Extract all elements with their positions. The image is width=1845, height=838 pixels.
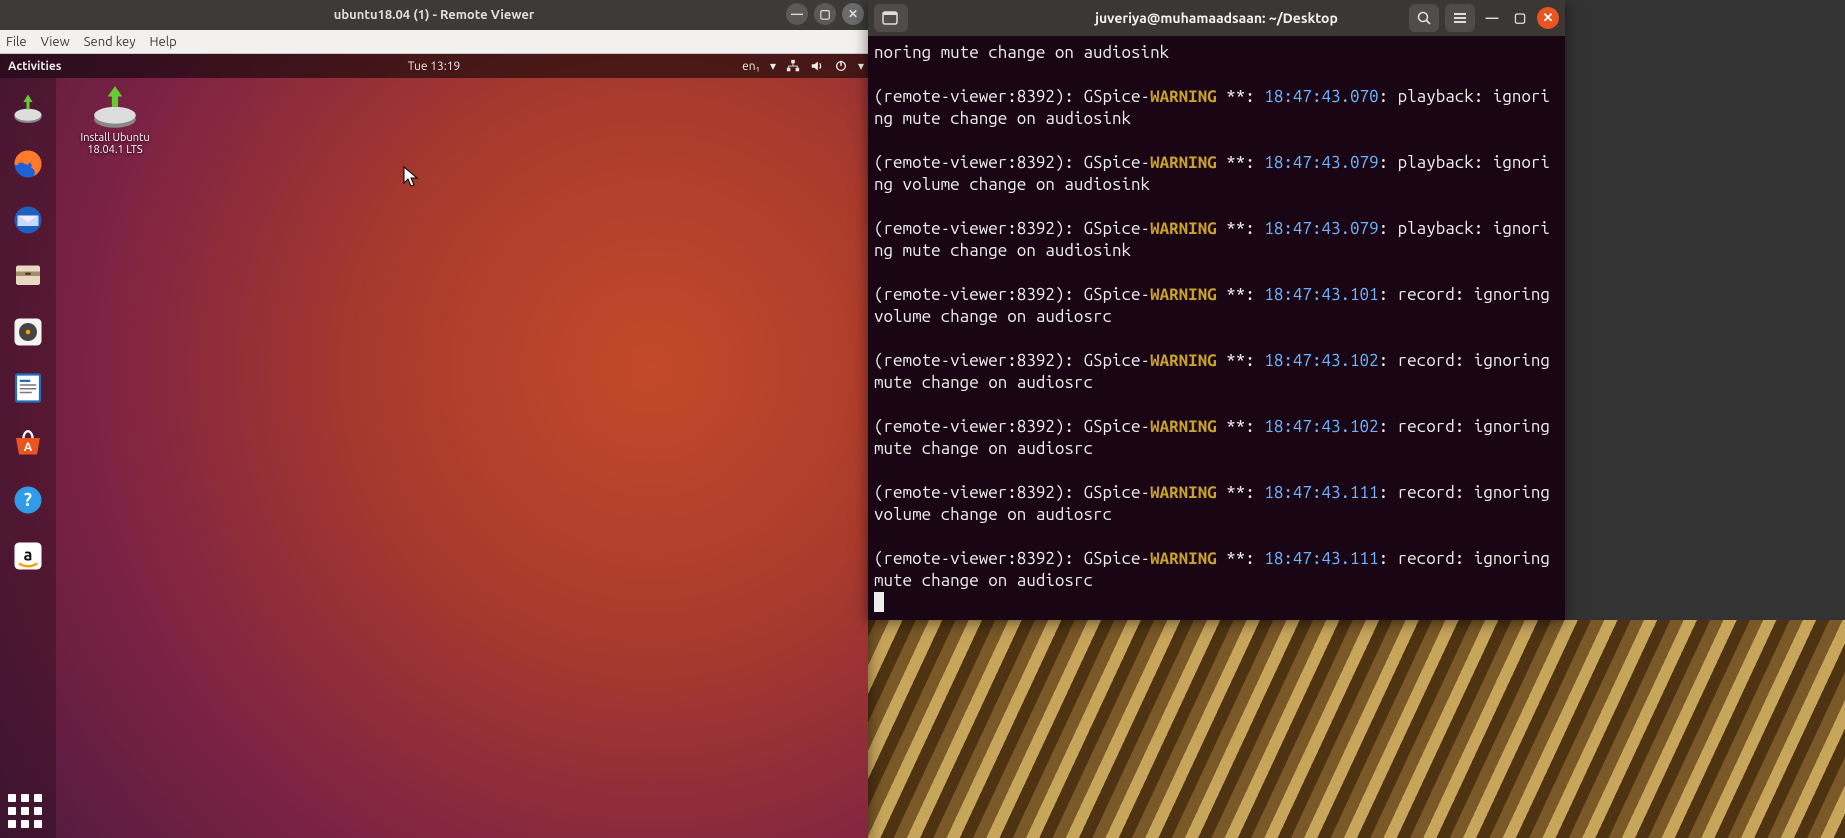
terminal-maximize-button[interactable]: ▢ <box>1509 7 1531 29</box>
guest-clock[interactable]: Tue 13:19 <box>408 60 461 73</box>
input-source-indicator[interactable]: en₁ <box>742 60 760 73</box>
svg-text:?: ? <box>24 490 32 510</box>
system-menu-chevron-icon: ▾ <box>858 59 864 73</box>
terminal-search-button[interactable] <box>1409 4 1439 32</box>
svg-text:A: A <box>24 441 33 454</box>
terminal-title: juveriya@muhamaadsaan: ~/Desktop <box>1095 10 1338 26</box>
guest-status-area[interactable]: en₁ ▾ ▾ <box>742 59 864 73</box>
desktop-icon-install-ubuntu[interactable]: Install Ubuntu 18.04.1 LTS <box>70 84 160 156</box>
rv-titlebar[interactable]: ubuntu18.04 (1) - Remote Viewer — ▢ ✕ <box>0 0 868 30</box>
dock-item-files[interactable] <box>6 254 50 298</box>
desktop-icon-label: Install Ubuntu 18.04.1 LTS <box>70 132 160 156</box>
activities-button[interactable]: Activities <box>4 60 61 73</box>
guest-dock: A ? a <box>0 78 56 838</box>
terminal-titlebar[interactable]: juveriya@muhamaadsaan: ~/Desktop — ▢ ✕ <box>868 0 1565 36</box>
svg-text:a: a <box>24 547 33 565</box>
network-icon[interactable] <box>786 59 800 73</box>
dock-item-amazon[interactable]: a <box>6 534 50 578</box>
terminal-output[interactable]: noring mute change on audiosink (remote-… <box>868 36 1565 620</box>
rv-menubar: File View Send key Help <box>0 30 868 54</box>
menu-help[interactable]: Help <box>149 35 176 49</box>
rv-maximize-button[interactable]: ▢ <box>814 3 836 25</box>
dock-item-firefox[interactable] <box>6 142 50 186</box>
power-icon[interactable] <box>834 59 848 73</box>
terminal-menu-button[interactable] <box>1445 4 1475 32</box>
hamburger-icon <box>1452 10 1468 26</box>
install-drive-icon <box>90 84 140 128</box>
input-source-chevron-icon: ▾ <box>770 59 776 73</box>
newtab-icon <box>882 10 900 26</box>
rv-minimize-button[interactable]: — <box>786 3 808 25</box>
dock-item-ubuntu-software[interactable]: A <box>6 422 50 466</box>
dock-item-help[interactable]: ? <box>6 478 50 522</box>
menu-file[interactable]: File <box>6 35 27 49</box>
guest-topbar: Activities Tue 13:19 en₁ ▾ ▾ <box>0 54 868 78</box>
cursor-icon <box>403 166 419 188</box>
rv-close-button[interactable]: ✕ <box>842 3 864 25</box>
guest-desktop[interactable]: Activities Tue 13:19 en₁ ▾ ▾ <box>0 54 868 838</box>
remote-viewer-window: ubuntu18.04 (1) - Remote Viewer — ▢ ✕ Fi… <box>0 0 868 838</box>
dock-item-rhythmbox[interactable] <box>6 310 50 354</box>
terminal-close-button[interactable]: ✕ <box>1537 7 1559 29</box>
dock-item-libreoffice-writer[interactable] <box>6 366 50 410</box>
volume-icon[interactable] <box>810 59 824 73</box>
terminal-window: juveriya@muhamaadsaan: ~/Desktop — ▢ ✕ n… <box>868 0 1565 620</box>
terminal-newtab-button[interactable] <box>874 4 908 32</box>
menu-sendkey[interactable]: Send key <box>84 35 136 49</box>
menu-view[interactable]: View <box>41 35 70 49</box>
dock-item-thunderbird[interactable] <box>6 198 50 242</box>
show-applications-button[interactable] <box>8 794 42 828</box>
search-icon <box>1416 10 1432 26</box>
dock-item-install[interactable] <box>6 86 50 130</box>
terminal-minimize-button[interactable]: — <box>1481 7 1503 29</box>
rv-title: ubuntu18.04 (1) - Remote Viewer <box>334 8 534 22</box>
